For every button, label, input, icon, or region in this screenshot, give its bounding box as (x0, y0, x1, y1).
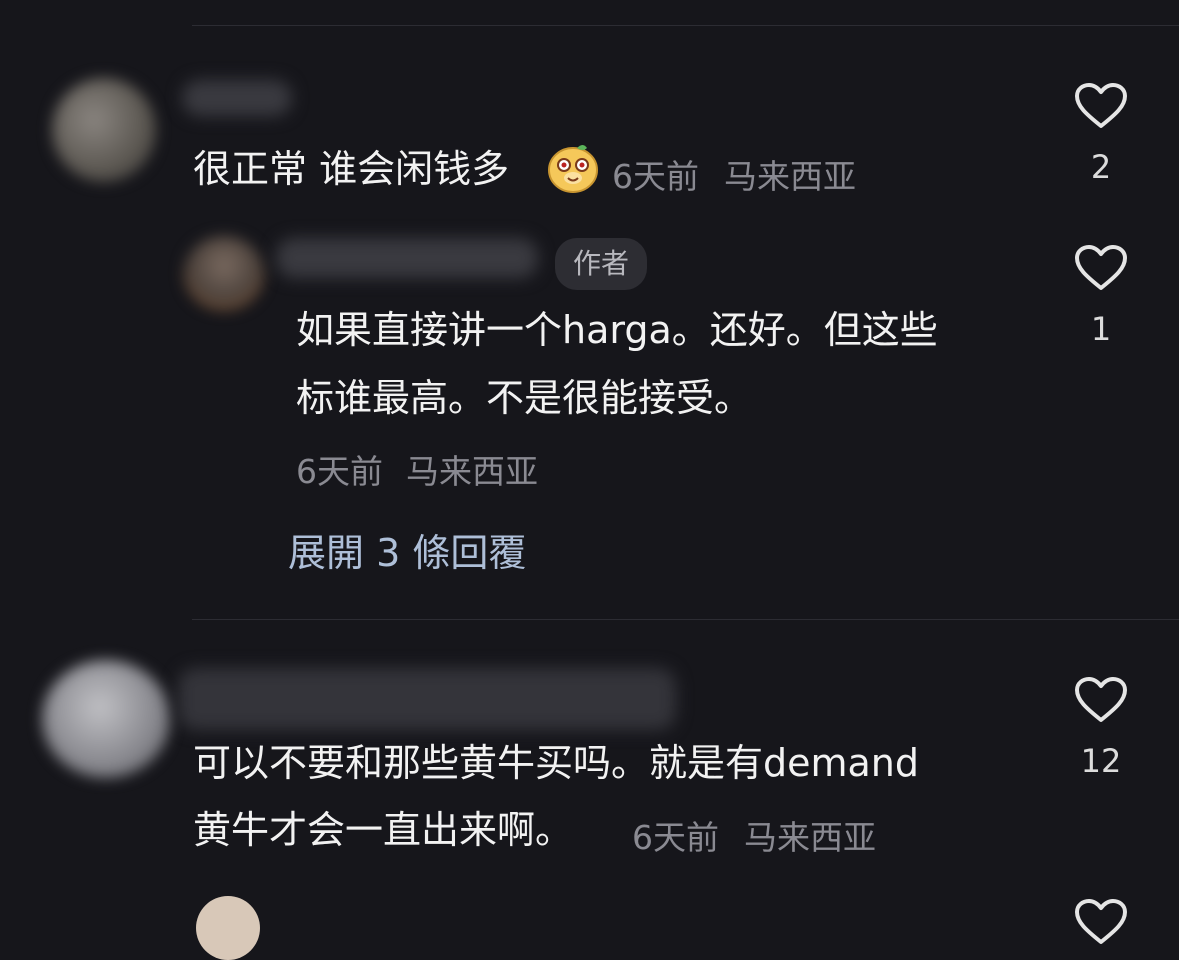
avatar[interactable] (42, 660, 170, 778)
comment-location: 马来西亚 (724, 157, 856, 196)
next-comment-avatar[interactable] (196, 896, 260, 960)
top-divider (192, 25, 1179, 26)
heart-icon[interactable] (1074, 676, 1128, 724)
expand-replies-link[interactable]: 展開 3 條回覆 (288, 522, 526, 577)
reply-text-line-1: 如果直接讲一个harga。还好。但这些 (296, 308, 938, 352)
reply-time: 6天前 (296, 452, 383, 491)
comment-text: 很正常 谁会闲钱多 (193, 147, 510, 191)
comment-time: 6天前 (632, 818, 719, 857)
avatar[interactable] (52, 78, 156, 182)
reply-location: 马来西亚 (406, 452, 538, 491)
comment-time: 6天前 (612, 157, 699, 196)
username-blurred[interactable] (182, 80, 292, 116)
author-badge: 作者 (555, 238, 648, 290)
reply-text-line-2: 标谁最高。不是很能接受。 (296, 376, 753, 420)
heart-icon[interactable] (1074, 244, 1128, 292)
comment-divider (192, 619, 1179, 620)
comment-text-line-2: 黄牛才会一直出来啊。 (193, 808, 574, 852)
smiling-animal-face-icon (548, 145, 598, 193)
like-count: 12 (1080, 742, 1122, 780)
heart-icon[interactable] (1074, 898, 1128, 946)
reply-username-blurred[interactable] (276, 238, 538, 278)
comment-text-line-1: 可以不要和那些黄牛买吗。就是有demand (193, 741, 920, 785)
reply-avatar[interactable] (184, 236, 264, 310)
like-count: 2 (1090, 148, 1112, 186)
heart-icon[interactable] (1074, 82, 1128, 130)
username-blurred[interactable] (178, 668, 676, 730)
comment-location: 马来西亚 (744, 818, 876, 857)
reply-like-count: 1 (1090, 310, 1112, 348)
